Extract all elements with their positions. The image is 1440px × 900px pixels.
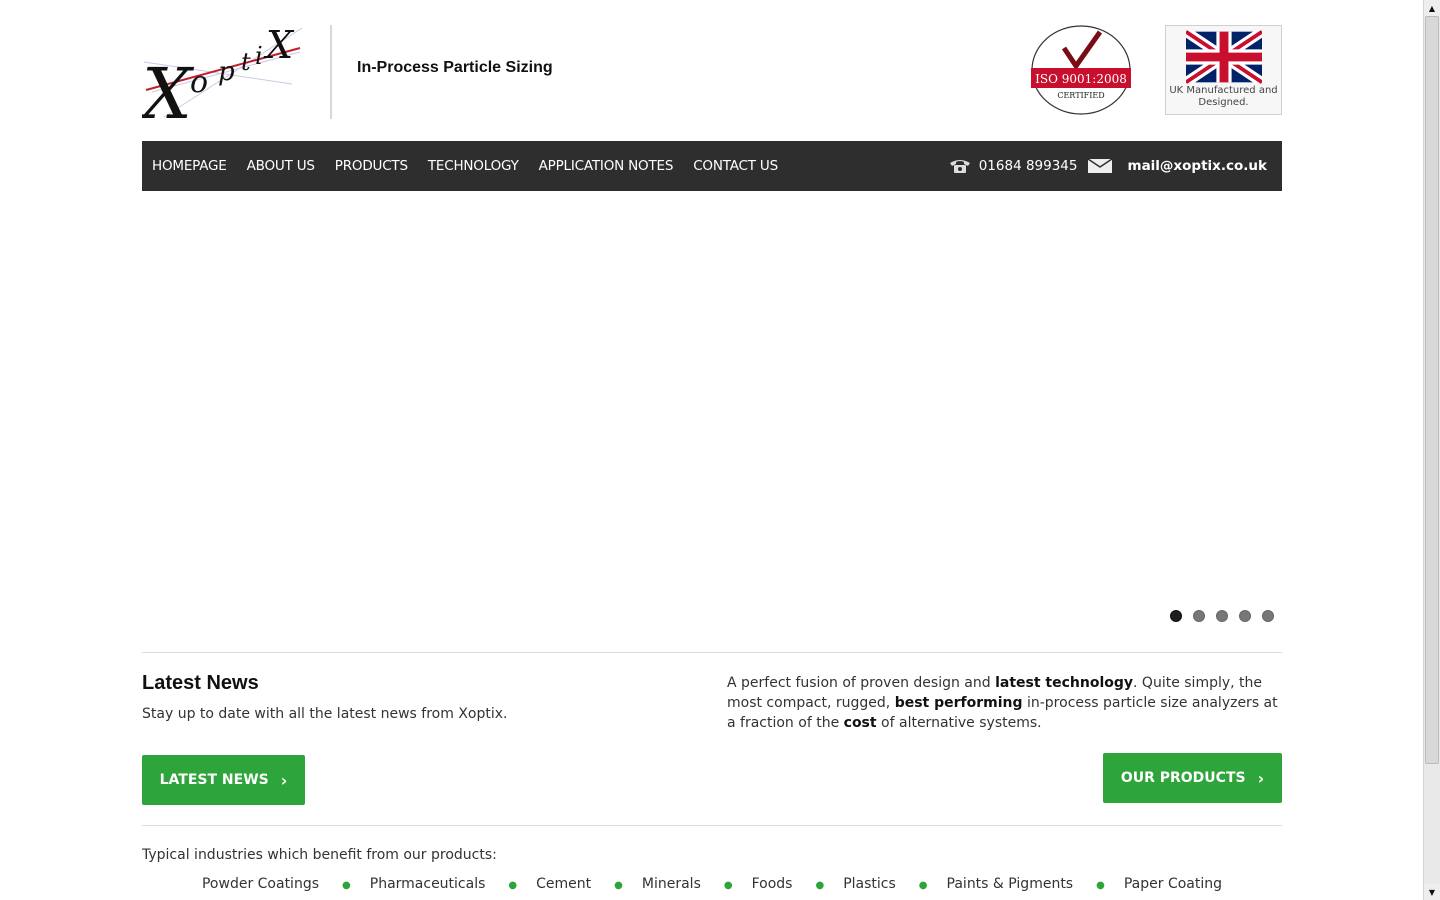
industry-item: Paper Coating — [1123, 876, 1223, 892]
industries-heading: Typical industries which benefit from ou… — [142, 847, 497, 863]
intro-text-bold: best performing — [894, 695, 1023, 711]
intro-text-part: A perfect fusion of proven design and — [727, 675, 996, 691]
svg-text:X: X — [142, 53, 195, 122]
scroll-up-arrow-icon[interactable]: ▲ — [1424, 0, 1440, 16]
phone-number[interactable]: 01684 899345 — [979, 158, 1078, 174]
product-intro-text: A perfect fusion of proven design and la… — [727, 673, 1282, 733]
phone-icon — [949, 158, 971, 174]
bullet-icon: ● — [918, 880, 928, 891]
section-divider — [142, 825, 1282, 826]
svg-text:X: X — [263, 23, 295, 67]
bullet-icon: ● — [815, 880, 825, 891]
scroll-down-arrow-icon[interactable]: ▼ — [1424, 884, 1440, 900]
slider-dot-4[interactable] — [1239, 610, 1251, 622]
latest-news-button[interactable]: LATEST NEWS › — [142, 755, 305, 805]
intro-text-bold: latest technology — [995, 675, 1134, 691]
latest-news-button-label: LATEST NEWS — [159, 772, 269, 788]
bullet-icon: ● — [342, 880, 351, 891]
scrollbar-thumb[interactable] — [1425, 16, 1439, 764]
industry-item: Pharmaceuticals — [369, 876, 486, 892]
section-divider — [142, 652, 1282, 653]
our-products-button-label: OUR PRODUCTS — [1120, 770, 1246, 786]
vertical-scrollbar[interactable]: ▲ ▼ — [1423, 0, 1440, 900]
uk-badge-caption: UK Manufactured and Designed. — [1169, 85, 1278, 108]
iso-certified-badge: ISO 9001:2008 CERTIFIED — [1030, 24, 1132, 116]
nav-links: HOMEPAGE ABOUT US PRODUCTS TECHNOLOGY AP… — [152, 141, 798, 191]
nav-products[interactable]: PRODUCTS — [335, 158, 408, 174]
bullet-icon: ● — [1096, 880, 1105, 891]
industries-list: Powder Coatings ● Pharmaceuticals ● Ceme… — [142, 876, 1282, 896]
nav-application-notes[interactable]: APPLICATION NOTES — [539, 158, 674, 174]
email-link[interactable]: mail@xoptix.co.uk — [1128, 158, 1268, 174]
industry-item: Powder Coatings — [201, 876, 320, 892]
nav-technology[interactable]: TECHNOLOGY — [428, 158, 519, 174]
industry-item: Cement — [536, 876, 592, 892]
nav-about-us[interactable]: ABOUT US — [247, 158, 315, 174]
header-divider — [330, 25, 332, 119]
intro-text-part: of alternative systems. — [876, 715, 1042, 731]
slider-dot-2[interactable] — [1193, 610, 1205, 622]
slider-dot-3[interactable] — [1216, 610, 1228, 622]
chevron-right-icon: › — [280, 770, 288, 790]
intro-text-bold: cost — [843, 715, 877, 731]
latest-news-subtitle: Stay up to date with all the latest news… — [142, 706, 508, 722]
nav-contact-info: 01684 899345 mail@xoptix.co.uk — [949, 141, 1267, 191]
slider-pagination — [1159, 610, 1274, 622]
industry-item: Foods — [751, 876, 793, 892]
mail-icon — [1087, 158, 1112, 174]
hero-slider — [142, 191, 1282, 631]
latest-news-heading: Latest News — [142, 672, 259, 694]
svg-text:o: o — [190, 65, 208, 100]
xoptix-logo[interactable]: X o p t i X — [142, 22, 304, 122]
svg-text:ISO 9001:2008: ISO 9001:2008 — [1035, 72, 1127, 86]
industry-item: Plastics — [843, 876, 896, 892]
slider-dot-1[interactable] — [1170, 610, 1182, 622]
page-container: X o p t i X In-Process Particle Sizing I… — [142, 0, 1282, 900]
uk-flag-icon — [1186, 30, 1262, 84]
nav-contact-us[interactable]: CONTACT US — [693, 158, 778, 174]
site-tagline: In-Process Particle Sizing — [357, 59, 553, 76]
slider-dot-5[interactable] — [1262, 610, 1274, 622]
svg-text:CERTIFIED: CERTIFIED — [1057, 91, 1104, 100]
chevron-right-icon: › — [1257, 768, 1265, 788]
nav-homepage[interactable]: HOMEPAGE — [152, 158, 227, 174]
main-navigation: HOMEPAGE ABOUT US PRODUCTS TECHNOLOGY AP… — [142, 141, 1282, 191]
svg-text:t: t — [241, 48, 251, 76]
bullet-icon: ● — [723, 880, 733, 891]
svg-text:p: p — [218, 57, 235, 87]
industry-item: Minerals — [641, 876, 701, 892]
bullet-icon: ● — [614, 880, 623, 891]
bullet-icon: ● — [508, 880, 518, 891]
our-products-button[interactable]: OUR PRODUCTS › — [1103, 753, 1282, 803]
uk-manufactured-badge: UK Manufactured and Designed. — [1165, 25, 1282, 115]
svg-text:i: i — [255, 42, 263, 70]
industry-item: Paints & Pigments — [946, 876, 1074, 892]
